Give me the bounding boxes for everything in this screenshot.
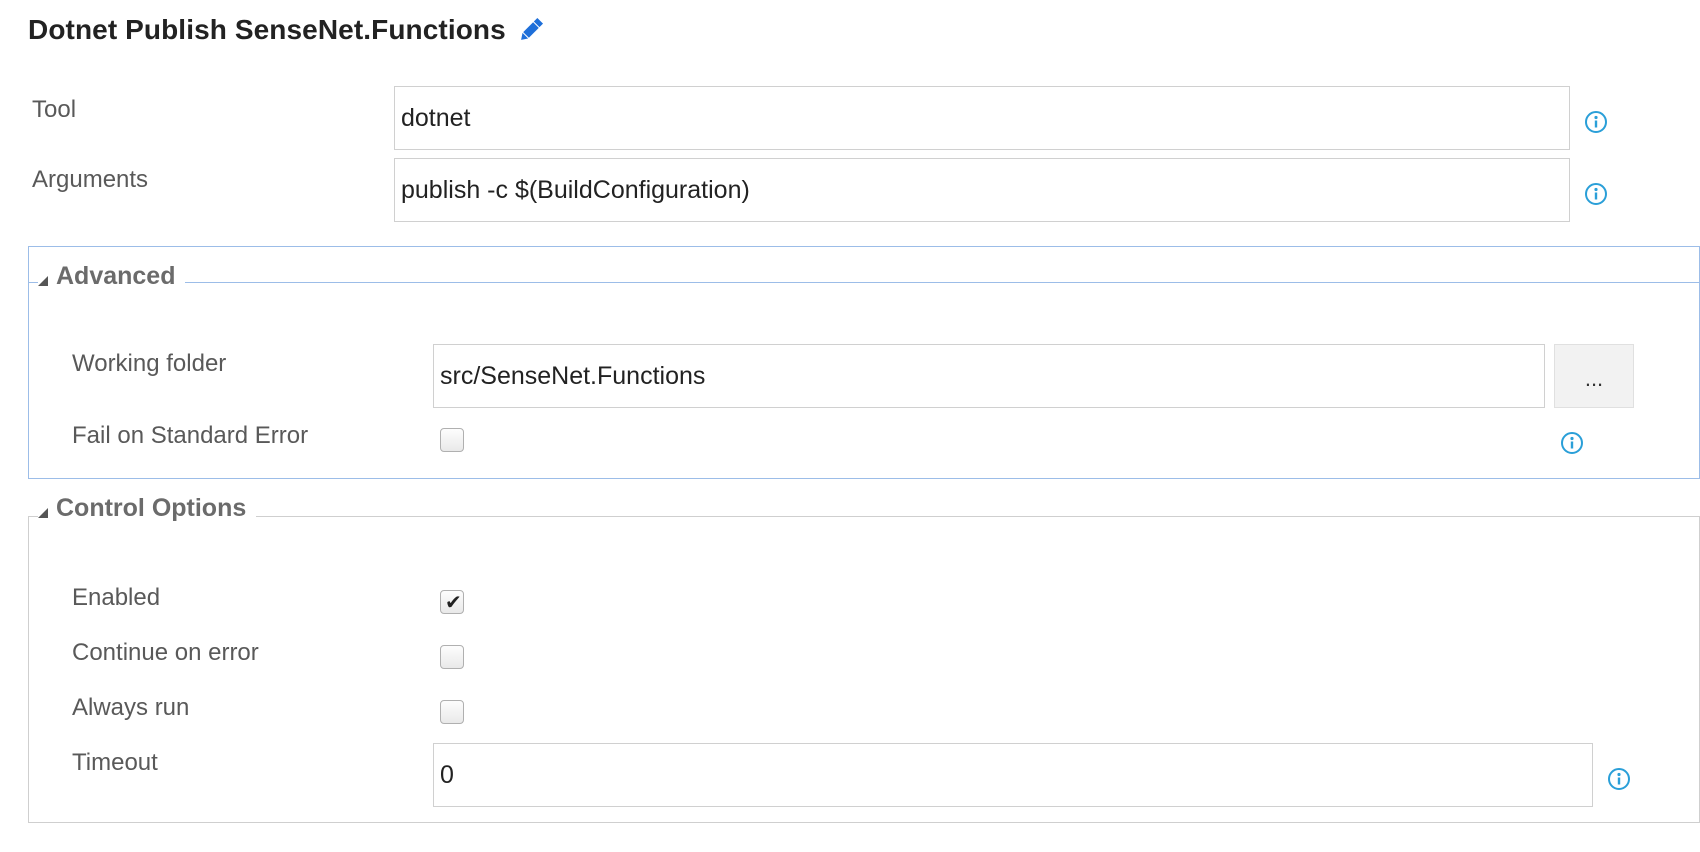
task-header: Dotnet Publish SenseNet.Functions — [28, 14, 546, 46]
working-folder-label: Working folder — [72, 350, 227, 377]
control-options-title: Control Options — [56, 494, 247, 522]
advanced-section-header[interactable]: Advanced — [38, 262, 186, 291]
arguments-input[interactable] — [394, 158, 1570, 222]
checkmark-icon: ✔ — [445, 590, 462, 614]
timeout-input[interactable] — [433, 743, 1593, 807]
fail-on-stderr-info-icon[interactable] — [1560, 431, 1584, 455]
enabled-checkbox[interactable]: ✔ — [440, 590, 464, 614]
tool-info-icon[interactable] — [1584, 110, 1608, 134]
task-title: Dotnet Publish SenseNet.Functions — [28, 14, 506, 45]
working-folder-input[interactable] — [433, 344, 1545, 408]
task-editor: Dotnet Publish SenseNet.Functions Tool A… — [0, 0, 1700, 852]
timeout-info-icon[interactable] — [1607, 767, 1631, 791]
always-run-checkbox[interactable] — [440, 700, 464, 724]
timeout-label: Timeout — [72, 749, 158, 776]
collapse-caret-icon — [38, 507, 48, 518]
tool-label: Tool — [32, 96, 77, 123]
fail-on-stderr-label: Fail on Standard Error — [72, 422, 309, 449]
pencil-icon[interactable] — [516, 15, 546, 45]
continue-on-error-label: Continue on error — [72, 639, 259, 666]
arguments-label: Arguments — [32, 166, 149, 193]
advanced-section-title: Advanced — [56, 262, 176, 290]
continue-on-error-checkbox[interactable] — [440, 645, 464, 669]
fail-on-stderr-checkbox[interactable] — [440, 428, 464, 452]
enabled-label: Enabled — [72, 584, 161, 611]
control-options-header[interactable]: Control Options — [38, 494, 257, 523]
arguments-info-icon[interactable] — [1584, 182, 1608, 206]
always-run-label: Always run — [72, 694, 190, 721]
collapse-caret-icon — [38, 275, 48, 286]
browse-button[interactable]: ... — [1554, 344, 1634, 408]
tool-input[interactable] — [394, 86, 1570, 150]
